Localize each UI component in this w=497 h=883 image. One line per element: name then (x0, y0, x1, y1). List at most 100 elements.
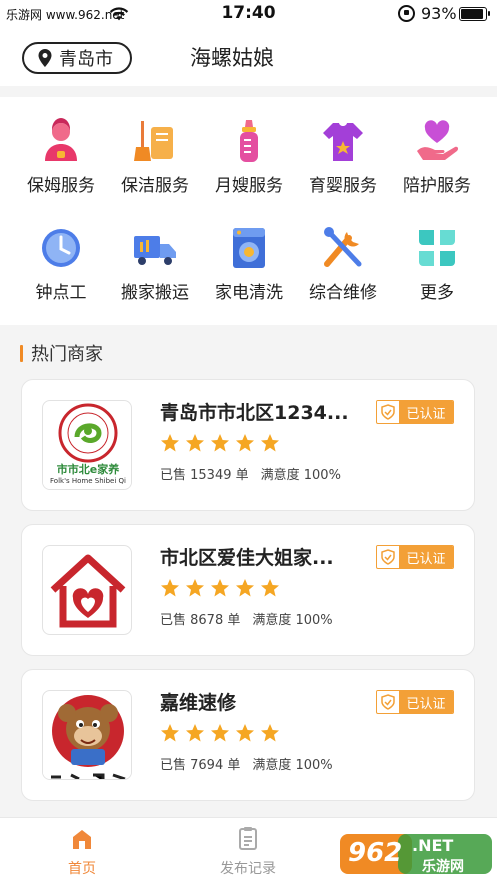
star-icon (236, 434, 254, 452)
more-grid-icon (419, 230, 455, 266)
service-infant-care[interactable]: 育婴服务 (295, 107, 391, 203)
logo-text: 市市北e家养 (56, 463, 120, 476)
service-label: 更多 (420, 283, 454, 303)
rating-stars (160, 723, 285, 743)
verified-label: 已认证 (399, 546, 453, 568)
sold-count: 已售 15349 单 (160, 468, 249, 483)
service-moving[interactable]: 搬家搬运 (107, 214, 203, 310)
service-label: 保姆服务 (27, 176, 95, 196)
cleaning-icon (134, 121, 173, 161)
merchant-stats: 已售 7694 单满意度 100% (160, 754, 333, 773)
satisfaction-rate: 满意度 100% (252, 613, 333, 628)
star-icon (211, 434, 229, 452)
tab-label: 首页 (68, 861, 96, 877)
rating-stars (160, 433, 285, 453)
service-grid: 保姆服务 保洁服务 月嫂服务 育婴服务 陪护服务 钟点工 搬家搬运 家电清洗 综… (0, 97, 497, 325)
star-icon (211, 579, 229, 597)
merchant-card[interactable]: 市市北e家养 Folk's Home Shibei Qi 青岛市市北区1234.… (21, 379, 475, 511)
top-header: 青岛市 海螺姑娘 (0, 28, 497, 86)
city-selector-button[interactable]: 青岛市 (22, 42, 132, 74)
star-icon (186, 724, 204, 742)
merchant-name: 嘉维速修 (160, 692, 237, 714)
merchant-logo (42, 690, 132, 780)
hot-merchants-heading: 热门商家 (20, 340, 103, 366)
merchant-stats: 已售 8678 单满意度 100% (160, 609, 333, 628)
verified-badge: 已认证 (376, 400, 454, 424)
star-icon (161, 434, 179, 452)
verified-badge: 已认证 (376, 545, 454, 569)
nanny-icon (45, 118, 77, 161)
tab-home[interactable]: 首页 (32, 826, 132, 878)
star-icon (161, 579, 179, 597)
satisfaction-rate: 满意度 100% (252, 758, 333, 773)
repair-tools-icon (324, 227, 362, 267)
clock-icon (42, 229, 80, 267)
battery-icon (459, 7, 490, 21)
service-label: 钟点工 (35, 283, 87, 303)
service-maternity[interactable]: 月嫂服务 (201, 107, 297, 203)
rating-stars (160, 578, 285, 598)
merchant-name: 青岛市市北区1234... (160, 402, 349, 424)
service-hourly-worker[interactable]: 钟点工 (13, 214, 109, 310)
tab-label: 发布记录 (220, 861, 276, 877)
service-label: 家电清洗 (215, 283, 283, 303)
baby-clothes-icon (323, 123, 363, 161)
star-icon (161, 724, 179, 742)
service-label: 搬家搬运 (121, 283, 189, 303)
service-label: 陪护服务 (403, 176, 471, 196)
watermark-cn-text: 乐游网 (422, 859, 464, 875)
battery-percent: 93% (421, 4, 457, 23)
city-label: 青岛市 (59, 49, 113, 70)
star-icon (236, 724, 254, 742)
verified-shield-icon (381, 693, 395, 710)
merchant-card[interactable]: 嘉维速修 已认证 已售 7694 单满意度 100% (21, 669, 475, 801)
merchant-logo: 市市北e家养 Folk's Home Shibei Qi (42, 400, 132, 490)
baby-bottle-icon (240, 120, 258, 162)
section-accent-bar (20, 344, 23, 362)
jiawei-mascot-logo (43, 695, 131, 779)
satisfaction-rate: 满意度 100% (260, 468, 341, 483)
star-icon (186, 579, 204, 597)
service-more[interactable]: 更多 (389, 214, 485, 310)
merchant-name: 市北区爱佳大姐家... (160, 547, 334, 569)
location-pin-icon (38, 49, 52, 67)
verified-shield-icon (381, 548, 395, 565)
service-label: 月嫂服务 (215, 176, 283, 196)
watermark-net-text: .NET (412, 836, 454, 855)
moving-truck-icon (134, 236, 176, 265)
service-label: 育婴服务 (309, 176, 377, 196)
section-title-text: 热门商家 (31, 344, 103, 365)
star-icon (236, 579, 254, 597)
service-nanny[interactable]: 保姆服务 (13, 107, 109, 203)
verified-badge: 已认证 (376, 690, 454, 714)
sold-count: 已售 8678 单 (160, 613, 241, 628)
star-icon (261, 724, 279, 742)
rotation-lock-icon (398, 5, 415, 22)
aijia-house-logo (50, 554, 126, 628)
service-appliance-cleaning[interactable]: 家电清洗 (201, 214, 297, 310)
service-escort-care[interactable]: 陪护服务 (389, 107, 485, 203)
status-bar: 乐游网 www.962.net 17:40 93% (0, 0, 497, 28)
star-icon (186, 434, 204, 452)
service-repair[interactable]: 综合维修 (295, 214, 391, 310)
washing-machine-icon (233, 228, 265, 268)
star-icon (261, 579, 279, 597)
watermark-962-logo: 962 .NET 乐游网 (340, 828, 492, 880)
watermark-962-text: 962 (348, 838, 403, 868)
merchant-logo (42, 545, 132, 635)
verified-shield-icon (381, 403, 395, 420)
service-cleaning[interactable]: 保洁服务 (107, 107, 203, 203)
verified-label: 已认证 (399, 691, 453, 713)
merchant-card[interactable]: 市北区爱佳大姐家... 已认证 已售 8678 单满意度 100% (21, 524, 475, 656)
verified-label: 已认证 (399, 401, 453, 423)
star-icon (261, 434, 279, 452)
sold-count: 已售 7694 单 (160, 758, 241, 773)
document-icon (239, 827, 257, 850)
care-heart-icon (417, 120, 459, 160)
merchant-stats: 已售 15349 单满意度 100% (160, 464, 341, 483)
service-label: 保洁服务 (121, 176, 189, 196)
star-icon (211, 724, 229, 742)
home-icon (73, 830, 91, 849)
tab-publish-records[interactable]: 发布记录 (198, 826, 298, 878)
service-label: 综合维修 (309, 283, 377, 303)
